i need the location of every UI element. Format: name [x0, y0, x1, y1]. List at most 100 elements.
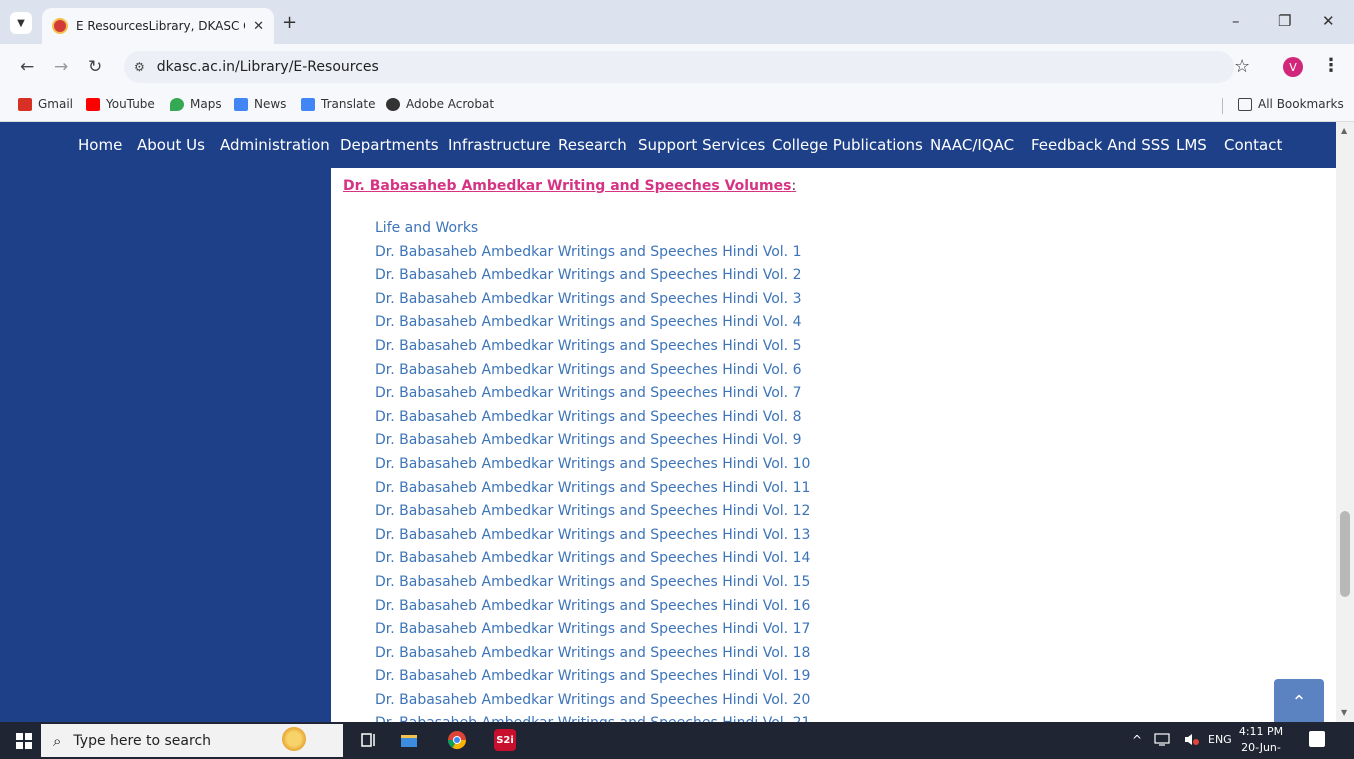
- volume-link[interactable]: Dr. Babasaheb Ambedkar Writings and Spee…: [375, 312, 810, 336]
- left-sidebar: [0, 168, 331, 722]
- restore-button[interactable]: ❐: [1278, 12, 1291, 30]
- nav-research[interactable]: Research: [558, 136, 627, 154]
- volume-link[interactable]: Dr. Babasaheb Ambedkar Writings and Spee…: [375, 430, 810, 454]
- volume-link[interactable]: Dr. Babasaheb Ambedkar Writings and Spee…: [375, 454, 810, 478]
- youtube-icon: [86, 97, 100, 111]
- profile-avatar[interactable]: V: [1283, 57, 1303, 77]
- scroll-to-top-button[interactable]: ⌃: [1274, 679, 1324, 722]
- task-view-icon[interactable]: [358, 729, 380, 751]
- translate-icon: [301, 97, 315, 111]
- volume-link[interactable]: Dr. Babasaheb Ambedkar Writings and Spee…: [375, 619, 810, 643]
- nav-about-us[interactable]: About Us: [137, 136, 205, 154]
- bookmark-label: YouTube: [106, 97, 155, 111]
- bookmark-youtube[interactable]: YouTube: [86, 97, 155, 111]
- windows-start-icon[interactable]: [16, 733, 32, 749]
- tab-title: E ResourcesLibrary, DKASC Coll: [76, 19, 245, 33]
- tab-search-button[interactable]: ▼: [10, 12, 32, 34]
- gmail-icon: [18, 97, 32, 111]
- chrome-icon[interactable]: [446, 729, 468, 751]
- all-bookmarks-button[interactable]: All Bookmarks: [1238, 97, 1344, 111]
- news-icon: [234, 97, 248, 111]
- browser-tab[interactable]: E ResourcesLibrary, DKASC Coll ✕: [42, 8, 274, 44]
- volume-link[interactable]: Dr. Babasaheb Ambedkar Writings and Spee…: [375, 407, 810, 431]
- volume-link[interactable]: Dr. Babasaheb Ambedkar Writings and Spee…: [375, 265, 810, 289]
- speaker-muted-icon[interactable]: [1184, 733, 1200, 749]
- site-info-icon[interactable]: ⚙: [134, 60, 145, 74]
- language-indicator[interactable]: ENG: [1208, 733, 1232, 746]
- all-bookmarks-label: All Bookmarks: [1258, 97, 1344, 111]
- taskbar-clock[interactable]: 4:11 PM 20-Jun-24: [1236, 724, 1286, 759]
- section-heading-text[interactable]: Dr. Babasaheb Ambedkar Writing and Speec…: [343, 178, 791, 194]
- network-icon[interactable]: [1154, 733, 1170, 749]
- bookmark-translate[interactable]: Translate: [301, 97, 376, 111]
- bookmark-label: Gmail: [38, 97, 74, 111]
- bookmark-adobe-acrobat[interactable]: Adobe Acrobat: [386, 97, 494, 111]
- address-bar[interactable]: ⚙ dkasc.ac.in/Library/E-Resources: [124, 51, 1234, 83]
- volume-link[interactable]: Dr. Babasaheb Ambedkar Writings and Spee…: [375, 501, 810, 525]
- nav-naac-iqac[interactable]: NAAC/IQAC: [930, 136, 1014, 154]
- bookmark-star-icon[interactable]: ☆: [1234, 56, 1250, 77]
- volume-link[interactable]: Dr. Babasaheb Ambedkar Writings and Spee…: [375, 643, 810, 667]
- browser-toolbar: ← → ↻ ⚙ dkasc.ac.in/Library/E-Resources …: [0, 44, 1354, 90]
- volume-link[interactable]: Dr. Babasaheb Ambedkar Writings and Spee…: [375, 572, 810, 596]
- page-scrollbar[interactable]: ▲ ▼: [1336, 122, 1354, 722]
- folder-icon: [1238, 97, 1252, 111]
- tab-strip: ▼ E ResourcesLibrary, DKASC Coll ✕ + – ❐…: [0, 0, 1354, 44]
- main-content: Dr. Babasaheb Ambedkar Writing and Speec…: [331, 168, 1336, 722]
- nav-lms[interactable]: LMS: [1176, 136, 1207, 154]
- browser-menu-icon[interactable]: ⋮: [1322, 55, 1340, 76]
- windows-taskbar: ⌕ Type here to search S2i ^ ENG 4:11 PM …: [0, 722, 1354, 759]
- heading-colon: :: [791, 178, 797, 194]
- nav-infrastructure[interactable]: Infrastructure: [448, 136, 551, 154]
- weather-icon[interactable]: [282, 727, 306, 751]
- bookmark-label: Translate: [321, 97, 376, 111]
- section-heading[interactable]: Dr. Babasaheb Ambedkar Writing and Speec…: [343, 178, 796, 194]
- volume-link[interactable]: Dr. Babasaheb Ambedkar Writings and Spee…: [375, 336, 810, 360]
- nav-college-publications[interactable]: College Publications: [772, 136, 923, 154]
- volume-link[interactable]: Dr. Babasaheb Ambedkar Writings and Spee…: [375, 360, 810, 384]
- forward-button[interactable]: →: [54, 57, 68, 77]
- volume-link[interactable]: Dr. Babasaheb Ambedkar Writings and Spee…: [375, 478, 810, 502]
- volume-link[interactable]: Dr. Babasaheb Ambedkar Writings and Spee…: [375, 383, 810, 407]
- volume-link[interactable]: Dr. Babasaheb Ambedkar Writings and Spee…: [375, 525, 810, 549]
- volume-link[interactable]: Dr. Babasaheb Ambedkar Writings and Spee…: [375, 666, 810, 690]
- new-tab-button[interactable]: +: [282, 14, 297, 32]
- file-explorer-icon[interactable]: [398, 729, 420, 751]
- bookmark-label: News: [254, 97, 287, 111]
- bookmark-news[interactable]: News: [234, 97, 286, 111]
- nav-departments[interactable]: Departments: [340, 136, 439, 154]
- s2i-icon[interactable]: S2i: [494, 729, 516, 751]
- volume-link[interactable]: Dr. Babasaheb Ambedkar Writings and Spee…: [375, 596, 810, 620]
- reload-button[interactable]: ↻: [88, 57, 102, 77]
- volume-link[interactable]: Dr. Babasaheb Ambedkar Writings and Spee…: [375, 713, 810, 722]
- search-placeholder: Type here to search: [73, 732, 212, 749]
- close-window-button[interactable]: ✕: [1322, 12, 1335, 30]
- url-text[interactable]: dkasc.ac.in/Library/E-Resources: [157, 59, 379, 75]
- minimize-button[interactable]: –: [1232, 12, 1240, 30]
- bookmarks-bar: Gmail YouTube Maps News Translate Adobe …: [0, 90, 1354, 122]
- volume-link[interactable]: Dr. Babasaheb Ambedkar Writings and Spee…: [375, 242, 810, 266]
- scrollbar-thumb[interactable]: [1340, 511, 1350, 597]
- bookmark-label: Maps: [190, 97, 222, 111]
- volume-link[interactable]: Dr. Babasaheb Ambedkar Writings and Spee…: [375, 289, 810, 313]
- life-and-works-link[interactable]: Life and Works: [375, 218, 810, 242]
- bookmark-maps[interactable]: Maps: [170, 97, 222, 111]
- nav-administration[interactable]: Administration: [220, 136, 330, 154]
- scroll-up-arrow-icon[interactable]: ▲: [1341, 126, 1347, 135]
- bookmarks-divider: [1222, 98, 1223, 114]
- nav-feedback-and-sss[interactable]: Feedback And SSS: [1031, 136, 1170, 154]
- clock-date: 20-Jun-24: [1241, 741, 1281, 759]
- nav-contact[interactable]: Contact: [1224, 136, 1282, 154]
- back-button[interactable]: ←: [20, 57, 34, 77]
- volume-list: Life and Works Dr. Babasaheb Ambedkar Wri…: [375, 218, 810, 722]
- nav-support-services[interactable]: Support Services: [638, 136, 765, 154]
- volume-link[interactable]: Dr. Babasaheb Ambedkar Writings and Spee…: [375, 548, 810, 572]
- scroll-down-arrow-icon[interactable]: ▼: [1341, 708, 1347, 717]
- notification-center-icon[interactable]: [1309, 731, 1325, 747]
- bookmark-gmail[interactable]: Gmail: [18, 97, 73, 111]
- nav-home[interactable]: Home: [78, 136, 122, 154]
- show-hidden-icons-chevron[interactable]: ^: [1132, 733, 1142, 747]
- tab-close-icon[interactable]: ✕: [253, 19, 264, 34]
- volume-link[interactable]: Dr. Babasaheb Ambedkar Writings and Spee…: [375, 690, 810, 714]
- adobe-acrobat-icon: [386, 97, 400, 111]
